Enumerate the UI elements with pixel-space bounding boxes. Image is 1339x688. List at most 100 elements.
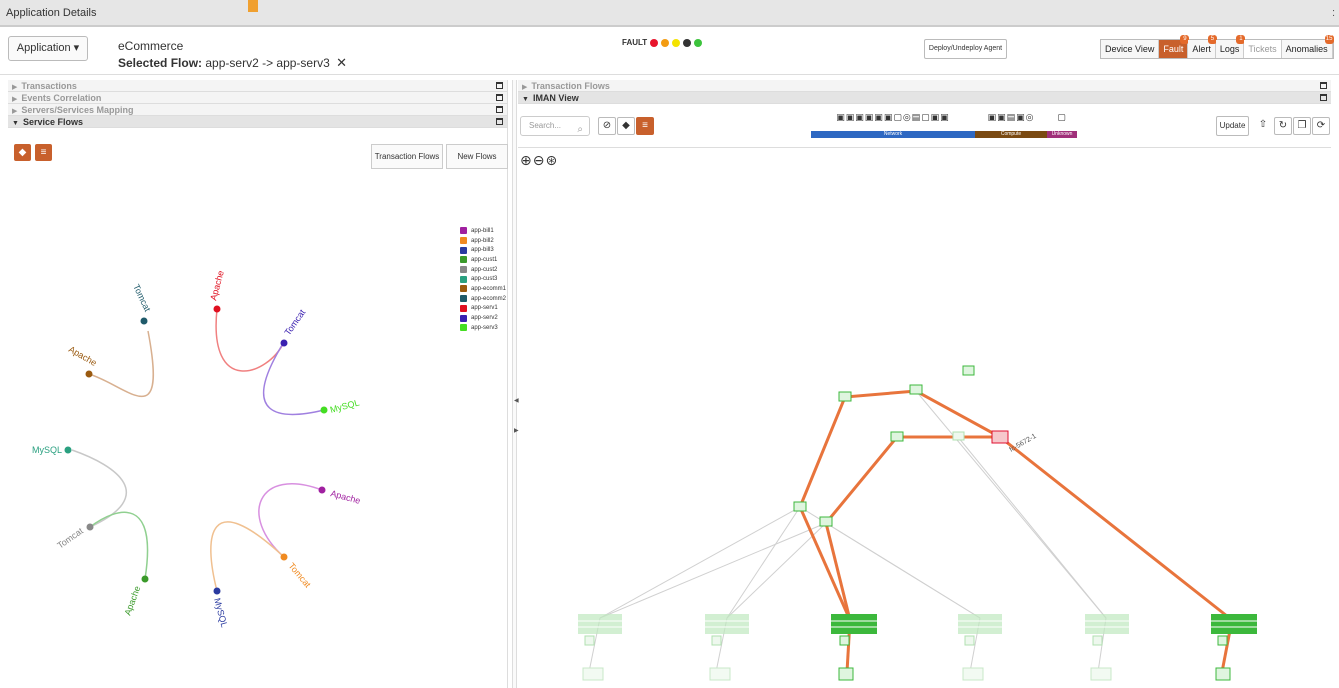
switch-node[interactable] [958,614,1002,634]
device-node[interactable] [909,384,923,395]
legend-item[interactable]: app-ecomm1 [460,284,506,294]
legend-item[interactable]: app-serv2 [460,313,506,323]
flow-node[interactable] [64,446,72,454]
legend-item[interactable]: app-bill2 [460,236,506,246]
switch-node[interactable] [831,614,877,634]
maximize-icon[interactable] [496,94,503,101]
device-node[interactable] [819,516,833,527]
flow-node[interactable] [280,339,288,347]
section-header-iman-view[interactable]: ▼ IMAN View [518,92,1331,104]
fault-status-dot[interactable] [683,38,692,47]
device-label: fc-5672-1 [1009,433,1038,454]
flow-node[interactable] [86,523,94,531]
device-node[interactable] [1092,635,1103,646]
maximize-icon[interactable] [496,118,503,125]
flow-node[interactable] [213,305,221,313]
fault-status-dot[interactable] [672,38,681,47]
device-node[interactable] [890,431,904,442]
flow-node[interactable] [213,587,221,595]
host-node[interactable] [838,667,854,681]
host-node[interactable] [1090,667,1112,681]
legend-item[interactable]: app-serv1 [460,304,506,314]
category-compute[interactable]: Compute [975,131,1047,138]
fault-device-node[interactable] [991,430,1009,444]
host-node[interactable] [582,667,604,681]
view-tab-fault[interactable]: Fault 9 [1159,35,1190,58]
switch-node[interactable] [578,614,622,634]
reload-icon[interactable]: ⟳ [1312,117,1330,135]
maximize-icon[interactable] [1320,94,1327,101]
export-icon[interactable]: ⇧ [1254,117,1272,135]
legend-item[interactable]: app-bill1 [460,226,506,236]
flow-node[interactable] [85,370,93,378]
device-node[interactable] [962,365,975,376]
device-type-icons[interactable]: ▣▣▣▣▣▣▢◎▤▢▣▣ ▣▣▤▣◎ ▢ [811,112,1077,131]
legend-item[interactable]: app-serv3 [460,323,506,333]
section-header-transaction-flows[interactable]: ▶ Transaction Flows [518,80,1331,92]
search-input[interactable]: Search... ⌕ [520,116,590,136]
switch-node[interactable] [705,614,749,634]
maximize-icon[interactable] [1320,82,1327,89]
fault-status[interactable]: FAULT [622,38,703,47]
app-name: eCommerce [118,39,184,53]
legend-swatch [460,237,467,245]
window-menu-icon[interactable]: : [1332,7,1335,19]
section-header-events-correlation[interactable]: ▶ Events Correlation [8,92,507,104]
legend-item[interactable]: app-bill3 [460,245,506,255]
flow-node[interactable] [318,486,326,494]
device-node[interactable] [964,635,975,646]
copy-icon[interactable]: ❐ [1293,117,1311,135]
section-header-transactions[interactable]: ▶ Transactions [8,80,507,92]
legend-item[interactable]: app-ecomm2 [460,294,506,304]
view-tab-alert[interactable]: Alert 5 [1188,35,1217,58]
device-node[interactable] [584,635,595,646]
fault-status-dot[interactable] [694,38,703,47]
legend-item[interactable]: app-cust3 [460,274,506,284]
node-label: MySQL [212,597,229,629]
host-node[interactable] [1215,667,1231,681]
comment-icon[interactable]: ≡ [636,117,654,135]
flow-node[interactable] [141,575,149,583]
host-node[interactable] [709,667,731,681]
device-node[interactable] [839,635,850,646]
device-node[interactable] [952,431,965,441]
device-node[interactable] [711,635,722,646]
view-tab-anomalies[interactable]: Anomalies 15 [1281,35,1334,58]
view-tab-device-view[interactable]: Device View [1101,40,1160,58]
flow-node[interactable] [280,553,288,561]
switch-node[interactable] [1211,614,1257,634]
fault-status-dot[interactable] [650,38,659,47]
fault-status-dot[interactable] [661,38,670,47]
legend-item[interactable]: app-cust2 [460,265,506,275]
deploy-agent-button[interactable]: Deploy/Undeploy Agent [924,39,1007,59]
window-titlebar: Application Details : [0,0,1339,26]
legend-label: app-bill3 [471,247,494,254]
section-header-service-flows[interactable]: ▼ Service Flows [8,116,507,128]
host-node[interactable] [962,667,984,681]
view-tab-logs[interactable]: Logs 1 [1215,35,1246,58]
legend-label: app-cust1 [471,256,498,263]
flow-node[interactable] [140,317,148,325]
section-header-servers-services-mapping[interactable]: ▶ Servers/Services Mapping [8,104,507,116]
maximize-icon[interactable] [496,106,503,113]
tag-icon[interactable]: ◆ [617,117,635,135]
maximize-icon[interactable] [496,82,503,89]
device-node[interactable] [793,501,807,512]
legend-item[interactable]: app-cust1 [460,255,506,265]
node-label: Tomcat [282,307,307,337]
application-dropdown[interactable]: Application ▾ [8,36,88,61]
legend-swatch [460,246,467,254]
device-node[interactable] [1217,635,1228,646]
refresh-layout-icon[interactable]: ↻ [1274,117,1292,135]
device-node[interactable] [838,391,852,402]
panel-splitter[interactable]: ◀ ▶ [512,80,519,688]
view-tab-tickets[interactable]: Tickets [1244,40,1282,58]
category-network[interactable]: Network [811,131,975,138]
clear-flow-icon[interactable]: ✕ [336,55,347,70]
category-unknown[interactable]: Unknown [1047,131,1077,138]
flow-node[interactable] [320,406,328,414]
switch-node[interactable] [1085,614,1129,634]
block-icon[interactable]: ⊘ [598,117,616,135]
device-category-bar[interactable]: ▣▣▣▣▣▣▢◎▤▢▣▣ ▣▣▤▣◎ ▢ Network Compute Unkno… [811,112,1077,142]
update-button[interactable]: Update [1216,116,1249,136]
